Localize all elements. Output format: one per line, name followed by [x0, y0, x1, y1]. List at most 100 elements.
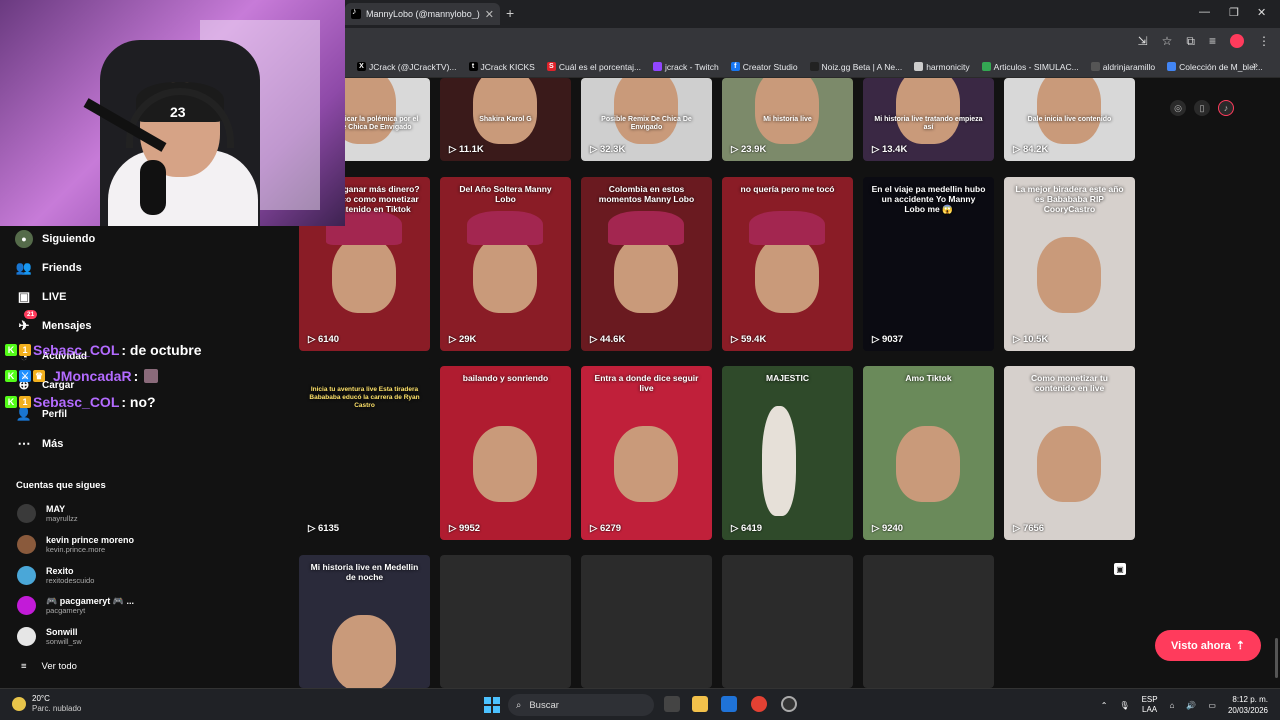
view-count-value: 84.2K	[1022, 144, 1049, 155]
video-card[interactable]	[722, 555, 853, 688]
obs-icon[interactable]	[781, 696, 797, 712]
clock[interactable]: 8:12 p. m. 20/03/2026	[1228, 694, 1268, 716]
video-card[interactable]	[581, 555, 712, 688]
followed-account[interactable]: Sonwill sonwill_sw	[17, 627, 82, 646]
video-card[interactable]: Colombia en estos momentos Manny Lobo ▷ 4…	[581, 177, 712, 351]
mic-icon[interactable]: 🎙	[1119, 701, 1129, 710]
task-view-icon[interactable]	[664, 696, 680, 712]
video-card[interactable]: Mi historia live tratando empieza así ▷ 1…	[863, 78, 994, 161]
video-card[interactable]: Inicia tu aventura live Esta tiradera Ba…	[299, 366, 430, 540]
page-scrollbar[interactable]	[1275, 638, 1278, 678]
play-icon: ▷	[872, 144, 882, 155]
taskbar-search[interactable]: ⌕ Buscar	[508, 694, 654, 716]
menu-icon[interactable]: ⋮	[1258, 34, 1270, 49]
video-card[interactable]: Amo Tiktok ▷ 9240	[863, 366, 994, 540]
account-handle: rexitodescuido	[46, 576, 95, 585]
compass-icon[interactable]: ◎	[1170, 100, 1186, 116]
image-icon[interactable]: ▣	[1114, 563, 1126, 575]
chevron-up-icon[interactable]: ⌃	[1101, 701, 1108, 710]
bookmark-item[interactable]: aldrinjaramillo	[1090, 62, 1155, 72]
close-tab-icon[interactable]: ✕	[485, 8, 494, 21]
video-card[interactable]: MAJESTIC ▷ 6419	[722, 366, 853, 540]
bookmark-favicon-icon: X	[357, 62, 366, 71]
bookmark-item[interactable]: jcrack - Twitch	[653, 62, 719, 72]
video-card[interactable]: En el viaje pa medellin hubo un accident…	[863, 177, 994, 351]
bookmark-item[interactable]: S Cuál es el porcentaj...	[546, 62, 641, 72]
bookmark-favicon-icon	[1090, 62, 1100, 71]
restore-icon[interactable]: ❐	[1229, 6, 1239, 19]
video-card[interactable]: Posible Remix De Chica De Envigado ▷ 32.3…	[581, 78, 712, 161]
list-icon: ≡	[21, 661, 27, 672]
media-icon[interactable]: ≡	[1209, 34, 1216, 49]
video-card[interactable]: Dale inicia live contenido ▷ 84.2K	[1004, 78, 1135, 161]
file-explorer-icon[interactable]	[692, 696, 708, 712]
close-window-icon[interactable]: ✕	[1257, 6, 1266, 19]
video-card[interactable]: bailando y sonriendo ▷ 9952	[440, 366, 571, 540]
sidebar-item[interactable]: ✈ 21 Mensajes	[15, 310, 92, 335]
volume-icon[interactable]: 🔊	[1186, 701, 1196, 710]
bookmark-item[interactable]: harmonicity	[914, 62, 970, 72]
video-caption: no quería pero me tocó	[740, 184, 835, 194]
minimize-icon[interactable]: —	[1199, 6, 1210, 18]
new-tab-button[interactable]: +	[506, 5, 514, 21]
visto-ahora-label: Visto ahora	[1171, 639, 1231, 652]
sidebar-item[interactable]: ▣ LIVE	[15, 288, 67, 306]
chrome-icon[interactable]	[751, 696, 767, 712]
more-icon: ⋯	[17, 436, 31, 451]
battery-icon[interactable]: ▭	[1208, 701, 1216, 710]
system-tray: ⌃ 🎙 ESP LAA ⌂ 🔊 ▭ 8:12 p. m. 20/03/2026	[1101, 694, 1268, 716]
weather-widget[interactable]: 20°C Parc. nublado	[12, 694, 81, 714]
video-card[interactable]: Entra a donde dice seguir live ▷ 6279	[581, 366, 712, 540]
sidebar-item[interactable]: 👥 Friends	[15, 259, 82, 277]
language-indicator[interactable]: ESP LAA	[1142, 695, 1158, 715]
bookmarks-more-icon[interactable]: »	[1252, 60, 1258, 71]
profile-icon[interactable]	[1230, 34, 1244, 48]
bookmark-item[interactable]: Noiz.gg Beta | A Ne...	[809, 62, 902, 72]
video-card[interactable]: Como monetizar tu contenido en live ▷ 765…	[1004, 366, 1135, 540]
video-card[interactable]: Mi historia live ▷ 23.9K	[722, 78, 853, 161]
phone-icon[interactable]: ▯	[1194, 100, 1210, 116]
video-card[interactable]: Shakira Karol G ▷ 11.1K	[440, 78, 571, 161]
bookmark-star-icon[interactable]: ☆	[1162, 34, 1173, 49]
account-handle: mayrullzz	[46, 514, 78, 523]
video-card[interactable]	[440, 555, 571, 688]
view-count-value: 9952	[458, 523, 481, 534]
video-card[interactable]: Del Año Soltera Manny Lobo ▷ 29K	[440, 177, 571, 351]
video-card[interactable]: La mejor biradera este año es Babababa R…	[1004, 177, 1135, 351]
double-chevron-up-icon: ⇡	[1235, 640, 1245, 652]
play-icon: ▷	[590, 334, 600, 345]
bookmark-item[interactable]: Articulos - SIMULAC...	[981, 62, 1079, 72]
sidebar-item[interactable]: ⋯ Más	[15, 435, 64, 453]
crown-badge-icon: ♛	[33, 370, 45, 382]
bookmark-item[interactable]: f Creator Studio	[730, 62, 798, 72]
followed-account[interactable]: kevin prince moreno kevin.prince.more	[17, 535, 134, 554]
chat-message: K 1 Sebasc_COL : no?	[5, 394, 156, 410]
video-card[interactable]: Mi historia live en Medellin de noche	[299, 555, 430, 688]
view-count: ▷ 29K	[449, 334, 476, 345]
play-icon: ▷	[731, 144, 741, 155]
followed-account[interactable]: MAY mayrullzz	[17, 504, 78, 523]
browser-tab[interactable]: MannyLobo (@mannylobo_) | T ✕	[345, 3, 500, 25]
bookmark-item[interactable]: t JCrack KICKS	[468, 62, 535, 72]
tiktok-profile-icon[interactable]: ♪	[1218, 100, 1234, 116]
sidebar-item[interactable]: ● Siguiendo	[15, 230, 95, 248]
video-caption: bailando y sonriendo	[462, 373, 549, 383]
bookmark-item[interactable]: Colección de M_blei...	[1167, 62, 1263, 72]
network-icon[interactable]: ⌂	[1170, 701, 1175, 710]
visto-ahora-button[interactable]: Visto ahora ⇡	[1155, 630, 1261, 661]
video-thumbnail-face	[332, 237, 396, 313]
video-caption: MAJESTIC	[766, 373, 809, 383]
following-accounts-title: Cuentas que sigues	[16, 480, 106, 491]
video-card[interactable]: no quería pero me tocó ▷ 59.4K	[722, 177, 853, 351]
followed-account[interactable]: Rexito rexitodescuido	[17, 566, 94, 585]
see-all-link[interactable]: ≡ Ver todo	[21, 661, 77, 672]
cast-icon[interactable]: ⇲	[1138, 34, 1148, 49]
followed-account[interactable]: 🎮 pacgameryt 🎮 ... pacgameryt	[17, 596, 134, 615]
bookmark-item[interactable]: X JCrack (@JCrackTV)...	[357, 62, 457, 72]
video-thumbnail-hat	[467, 211, 543, 245]
windows-start-icon[interactable]	[484, 697, 500, 713]
outlook-icon[interactable]	[721, 696, 737, 712]
extensions-icon[interactable]: ⧉	[1186, 34, 1195, 49]
video-caption: En el viaje pa medellin hubo un accident…	[871, 184, 986, 214]
video-card[interactable]	[863, 555, 994, 688]
